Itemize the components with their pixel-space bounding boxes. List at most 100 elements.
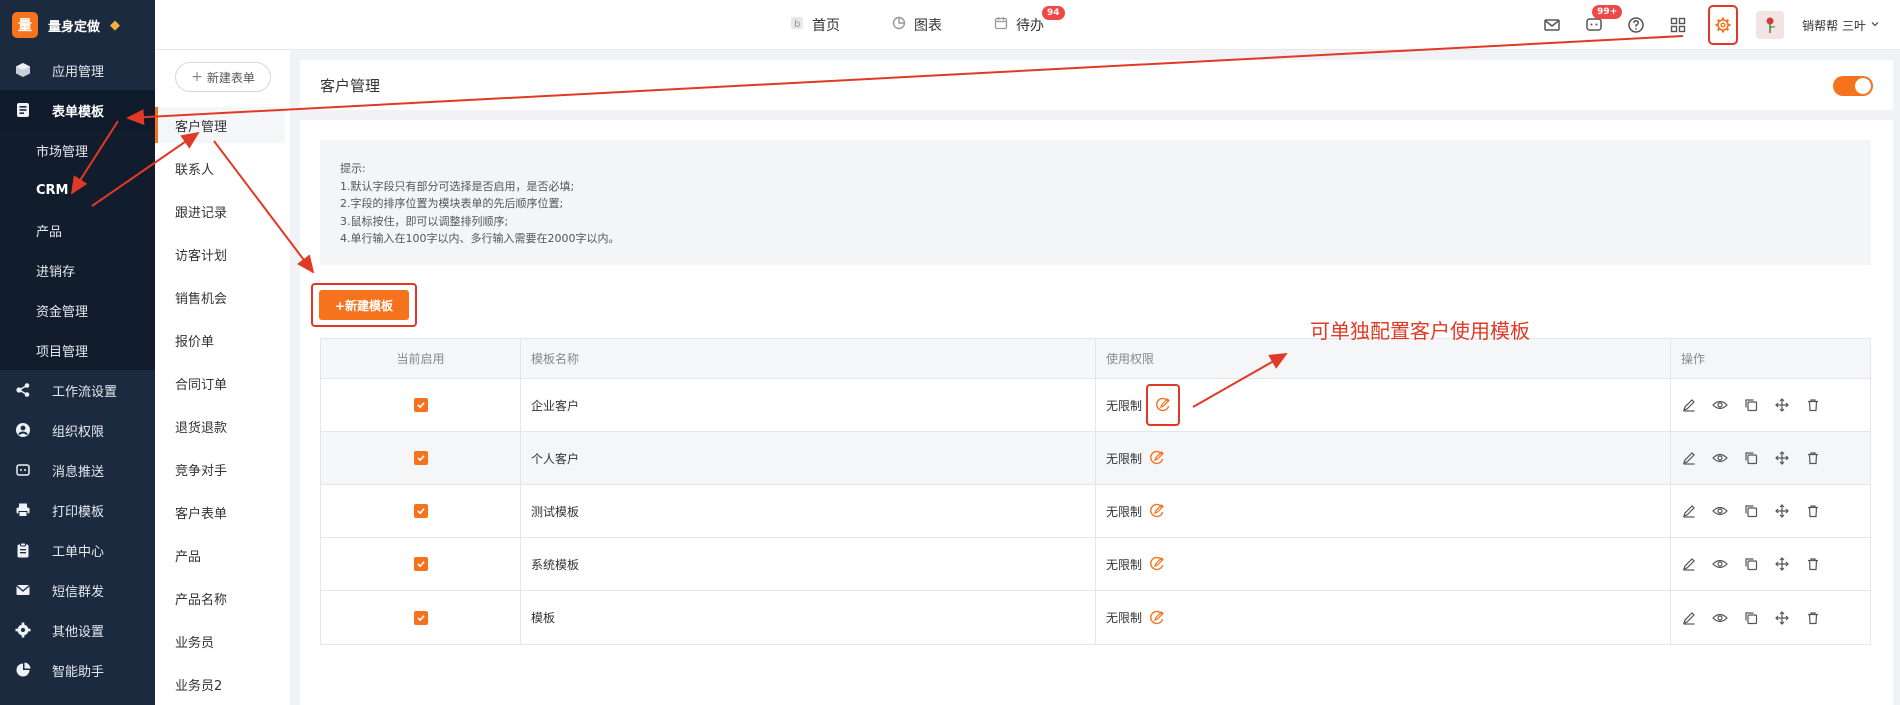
sidebar-item-form-templates[interactable]: 表单模板 bbox=[0, 90, 155, 130]
sidebar-item-app-management[interactable]: 应用管理 bbox=[0, 50, 155, 90]
enable-toggle[interactable] bbox=[1833, 76, 1873, 96]
sidebar-item-smart-assistant[interactable]: 智能助手 bbox=[0, 650, 155, 690]
copy-icon[interactable] bbox=[1743, 556, 1759, 572]
view-icon[interactable] bbox=[1712, 397, 1728, 413]
form-item[interactable]: 客户表单 bbox=[155, 494, 285, 530]
tips-line: 4.单行输入在100字以内、多行输入需要在2000字以内。 bbox=[340, 232, 620, 245]
permission-text: 无限制 bbox=[1106, 557, 1143, 572]
delete-icon[interactable] bbox=[1805, 397, 1821, 413]
sidebar-item-ticket-center[interactable]: 工单中心 bbox=[0, 530, 155, 570]
form-item[interactable]: 合同订单 bbox=[155, 365, 285, 401]
form-item[interactable]: 产品名称 bbox=[155, 580, 285, 616]
delete-icon[interactable] bbox=[1805, 556, 1821, 572]
content-body: 提示: 1.默认字段只有部分可选择是否启用，是否必填; 2.字段的排序位置为模块… bbox=[300, 120, 1893, 705]
apps-grid-icon[interactable] bbox=[1666, 13, 1690, 37]
settings-gear-icon[interactable] bbox=[1711, 13, 1735, 37]
form-item[interactable]: 业务员 bbox=[155, 623, 285, 659]
form-item[interactable]: 跟进记录 bbox=[155, 193, 285, 229]
form-item[interactable]: 销售机会 bbox=[155, 279, 285, 315]
enabled-checkbox[interactable] bbox=[413, 504, 428, 518]
move-icon[interactable] bbox=[1774, 503, 1790, 519]
view-icon[interactable] bbox=[1712, 556, 1728, 572]
form-item-label: 访客计划 bbox=[175, 248, 228, 264]
new-template-button[interactable]: +新建模板 bbox=[319, 290, 409, 320]
sidebar-item-workflow[interactable]: 工作流设置 bbox=[0, 370, 155, 410]
form-item-label: 业务员2 bbox=[175, 678, 223, 694]
user-circle-icon bbox=[14, 421, 32, 439]
move-icon[interactable] bbox=[1774, 450, 1790, 466]
view-icon[interactable] bbox=[1712, 450, 1728, 466]
enabled-checkbox[interactable] bbox=[413, 398, 428, 412]
form-item[interactable]: 访客计划 bbox=[155, 236, 285, 272]
brand-name: 量身定做 bbox=[48, 19, 101, 35]
new-form-label: 新建表单 bbox=[206, 70, 255, 85]
pie-icon bbox=[14, 661, 32, 679]
workflow-icon bbox=[14, 381, 32, 399]
table-row: 个人客户 无限制 bbox=[321, 432, 1870, 485]
permission-text: 无限制 bbox=[1106, 611, 1143, 625]
nav-charts[interactable]: 图表 bbox=[892, 15, 942, 35]
edit-permission-icon[interactable] bbox=[1148, 555, 1166, 573]
delete-icon[interactable] bbox=[1805, 503, 1821, 519]
edit-icon[interactable] bbox=[1681, 450, 1697, 466]
new-form-button[interactable]: + 新建表单 bbox=[175, 62, 271, 92]
nav-todo[interactable]: 待办 94 bbox=[994, 6, 1065, 35]
enabled-checkbox[interactable] bbox=[413, 610, 428, 625]
sidebar-subitem-market[interactable]: 市场管理 bbox=[0, 130, 155, 170]
view-icon[interactable] bbox=[1712, 610, 1728, 626]
form-item[interactable]: 联系人 bbox=[155, 150, 285, 186]
view-icon[interactable] bbox=[1712, 503, 1728, 519]
user-name[interactable]: 销帮帮 三叶 bbox=[1802, 17, 1866, 34]
sidebar-subitem-crm[interactable]: CRM bbox=[0, 170, 155, 210]
sidebar-item-org-permissions[interactable]: 组织权限 bbox=[0, 410, 155, 450]
copy-icon[interactable] bbox=[1743, 450, 1759, 466]
chat-icon[interactable]: 99+ bbox=[1582, 5, 1623, 37]
move-icon[interactable] bbox=[1774, 610, 1790, 626]
edit-icon[interactable] bbox=[1681, 556, 1697, 572]
edit-icon[interactable] bbox=[1681, 397, 1697, 413]
move-icon[interactable] bbox=[1774, 397, 1790, 413]
chevron-down-icon[interactable] bbox=[1870, 18, 1880, 33]
form-item[interactable]: 退货退款 bbox=[155, 408, 285, 444]
sidebar-subitem-project[interactable]: 项目管理 bbox=[0, 330, 155, 370]
gear-icon bbox=[14, 621, 32, 639]
form-item[interactable]: 报价单 bbox=[155, 322, 285, 358]
user-avatar[interactable] bbox=[1756, 11, 1785, 39]
sidebar-item-print-templates[interactable]: 打印模板 bbox=[0, 490, 155, 530]
edit-permission-icon[interactable] bbox=[1148, 502, 1166, 520]
edit-permission-icon[interactable] bbox=[1154, 396, 1172, 414]
form-item[interactable]: 产品 bbox=[155, 537, 285, 573]
sidebar-subitem-finance[interactable]: 资金管理 bbox=[0, 290, 155, 330]
delete-icon[interactable] bbox=[1805, 450, 1821, 466]
sidebar-subitem-product[interactable]: 产品 bbox=[0, 210, 155, 250]
subitem-label: 项目管理 bbox=[36, 344, 89, 360]
template-table: 当前启用 模板名称 使用权限 操作 企业客户 无限制 个人客户 无限制 测试模板… bbox=[320, 338, 1871, 645]
form-item-customer-management[interactable]: 客户管理 bbox=[155, 107, 285, 143]
delete-icon[interactable] bbox=[1805, 610, 1821, 626]
move-icon[interactable] bbox=[1774, 556, 1790, 572]
sidebar-item-sms[interactable]: 短信群发 bbox=[0, 570, 155, 610]
sidebar-item-message-push[interactable]: 消息推送 bbox=[0, 450, 155, 490]
enabled-checkbox[interactable] bbox=[413, 557, 428, 571]
sidebar-item-other-settings[interactable]: 其他设置 bbox=[0, 610, 155, 650]
enabled-checkbox[interactable] bbox=[413, 451, 428, 465]
form-item[interactable]: 业务员2 bbox=[155, 666, 285, 702]
form-item[interactable]: 竞争对手 bbox=[155, 451, 285, 487]
sidebar-subitem-inventory[interactable]: 进销存 bbox=[0, 250, 155, 290]
help-icon[interactable] bbox=[1624, 13, 1648, 37]
copy-icon[interactable] bbox=[1743, 397, 1759, 413]
brand[interactable]: 量 量身定做 ◆ bbox=[0, 0, 155, 50]
tips-line: 3.鼠标按住，即可以调整排列顺序; bbox=[340, 214, 509, 228]
edit-permission-icon[interactable] bbox=[1148, 609, 1166, 627]
table-header: 当前启用 模板名称 使用权限 操作 bbox=[321, 339, 1870, 379]
edit-permission-icon[interactable] bbox=[1148, 449, 1166, 467]
nav-home[interactable]: b 首页 bbox=[790, 15, 840, 35]
edit-icon[interactable] bbox=[1681, 503, 1697, 519]
plus-icon: + bbox=[191, 69, 203, 85]
copy-icon[interactable] bbox=[1743, 503, 1759, 519]
actions-cell bbox=[1671, 591, 1870, 644]
edit-icon[interactable] bbox=[1681, 610, 1697, 626]
tips-box: 提示: 1.默认字段只有部分可选择是否启用，是否必填; 2.字段的排序位置为模块… bbox=[320, 140, 1871, 265]
copy-icon[interactable] bbox=[1743, 610, 1759, 626]
mail-icon[interactable] bbox=[1540, 13, 1564, 37]
